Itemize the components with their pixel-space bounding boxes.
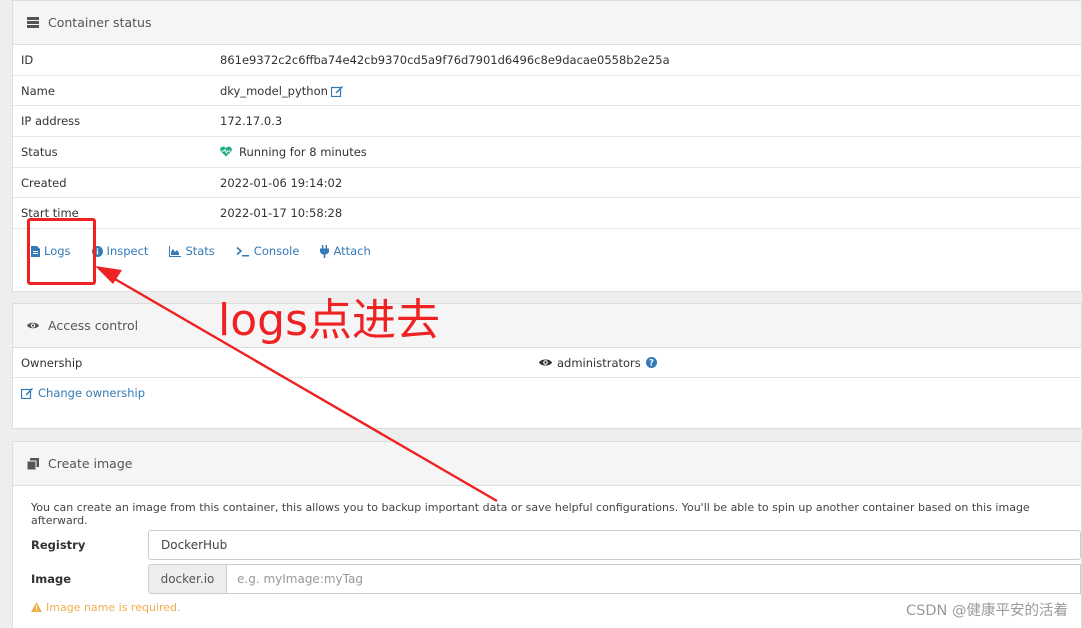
warning-text: Image name is required. <box>46 600 181 614</box>
svg-text:?: ? <box>649 359 654 369</box>
image-input-group: docker.io <box>148 564 1081 594</box>
annotation-highlight-box <box>27 218 96 285</box>
attach-link[interactable]: Attach <box>320 244 371 259</box>
row-key: Name <box>21 83 55 98</box>
start-time-value: 2022-01-17 10:58:28 <box>220 206 343 221</box>
ownership-row: Ownership administrators ? <box>13 348 1081 378</box>
warning-icon <box>31 602 42 612</box>
change-ownership-link[interactable]: Change ownership <box>21 386 145 400</box>
row-created: Created 2022-01-06 19:14:02 <box>13 168 1081 199</box>
image-row: Image docker.io <box>13 562 1081 596</box>
stats-link[interactable]: Stats <box>169 244 215 259</box>
row-start-time: Start time 2022-01-17 10:58:28 <box>13 198 1081 230</box>
eye-icon <box>539 358 552 367</box>
area-chart-icon <box>169 245 182 257</box>
create-image-help: You can create an image from this contai… <box>31 501 1030 527</box>
edit-icon[interactable] <box>330 85 343 97</box>
server-icon <box>27 17 39 29</box>
row-name: Name dky_model_python <box>13 76 1081 107</box>
registry-label: Registry <box>31 538 86 552</box>
heartbeat-icon <box>220 146 232 157</box>
registry-row: Registry DockerHub <box>13 528 1081 562</box>
container-name-value: dky_model_python <box>220 84 343 98</box>
row-ip: IP address 172.17.0.3 <box>13 106 1081 138</box>
container-status-header: Container status <box>13 1 1081 45</box>
image-registry-prefix: docker.io <box>148 564 227 594</box>
image-label: Image <box>31 572 72 586</box>
stats-label: Stats <box>185 244 215 259</box>
change-ownership-row: Change ownership <box>13 378 1081 408</box>
row-status: Status Running for 8 minutes <box>13 137 1081 168</box>
watermark: CSDN @健康平安的活着 <box>906 603 1068 619</box>
row-key: Status <box>21 144 58 159</box>
status-value: Running for 8 minutes <box>220 145 367 159</box>
created-value: 2022-01-06 19:14:02 <box>220 175 343 190</box>
clone-icon <box>27 457 39 470</box>
plug-icon <box>320 244 330 258</box>
status-text: Running for 8 minutes <box>239 144 367 159</box>
panel-title: Access control <box>48 318 139 333</box>
edit-icon <box>21 388 33 399</box>
inspect-link[interactable]: Inspect <box>91 244 149 259</box>
create-image-header: Create image <box>13 442 1081 486</box>
change-ownership-label: Change ownership <box>38 386 145 400</box>
container-status-panel: Container status ID 861e9372c2c6ffba74e4… <box>12 0 1082 292</box>
console-link[interactable]: Console <box>236 244 300 259</box>
annotation-text: logs点进去 <box>218 295 440 346</box>
access-control-panel: Access control Ownership administrators … <box>12 303 1082 429</box>
container-actions: Logs Inspect Stats Console Attach <box>13 229 1081 273</box>
console-label: Console <box>253 244 300 259</box>
name-text: dky_model_python <box>220 83 328 98</box>
eye-icon <box>27 320 39 332</box>
attach-label: Attach <box>333 244 371 259</box>
container-id-value: 861e9372c2c6ffba74e42cb9370cd5a9f76d7901… <box>220 52 670 67</box>
terminal-icon <box>236 246 249 257</box>
question-circle-icon[interactable]: ? <box>645 357 657 369</box>
inspect-label: Inspect <box>106 244 149 259</box>
ip-address-value: 172.17.0.3 <box>220 114 283 129</box>
ownership-text: administrators <box>557 355 641 370</box>
row-key: ID <box>21 52 34 67</box>
access-control-header: Access control <box>13 304 1081 348</box>
registry-select[interactable]: DockerHub <box>148 530 1081 560</box>
ownership-value: administrators ? <box>539 356 657 370</box>
row-id: ID 861e9372c2c6ffba74e42cb9370cd5a9f76d7… <box>13 45 1081 76</box>
ownership-label: Ownership <box>21 355 83 370</box>
image-name-input[interactable] <box>227 564 1081 594</box>
row-key: Created <box>21 175 67 190</box>
panel-title: Container status <box>48 15 152 30</box>
row-key: IP address <box>21 114 81 129</box>
panel-title: Create image <box>48 456 133 471</box>
